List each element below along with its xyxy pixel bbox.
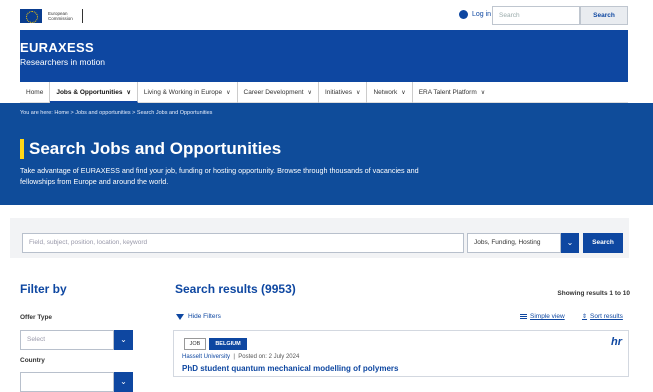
country-tag: BELGIUM: [209, 338, 247, 350]
chevron-down-icon: ∨: [480, 89, 486, 96]
nav-item-career-development[interactable]: Career Development ∨: [238, 81, 319, 103]
site-search-button[interactable]: Search: [580, 6, 628, 25]
chevron-down-icon: ∨: [307, 89, 312, 96]
eu-flag-icon: [20, 9, 42, 23]
list-icon: [520, 314, 527, 319]
site-banner: EURAXESS Researchers in motion: [20, 30, 628, 82]
sort-icon: ⇕: [582, 314, 588, 320]
nav-item-label: Career Development: [243, 88, 304, 96]
breadcrumb[interactable]: You are here: Home > Jobs and opportunit…: [20, 110, 212, 116]
chevron-down-icon[interactable]: ⌄: [114, 330, 133, 350]
sort-results-label: Sort results: [590, 313, 623, 320]
brand-tagline: Researchers in motion: [20, 57, 106, 67]
offer-type-tag: JOB: [184, 338, 206, 350]
page-title: Search Jobs and Opportunities: [29, 139, 282, 158]
filter-title: Filter by: [20, 282, 67, 296]
offer-type-select[interactable]: Jobs, Funding, Hosting: [467, 233, 561, 253]
simple-view-label: Simple view: [530, 313, 565, 320]
chevron-down-icon: ∨: [356, 89, 361, 96]
simple-view-link[interactable]: Simple view: [520, 313, 565, 320]
login-label: Log in: [472, 11, 492, 18]
result-card[interactable]: JOB BELGIUM hr Hasselt University | Post…: [173, 330, 629, 377]
hide-filters-label: Hide Filters: [188, 313, 221, 320]
offer-type-filter[interactable]: Select: [20, 330, 114, 350]
brand-name[interactable]: EURAXESS: [20, 40, 94, 55]
nav-item-label: Jobs & Opportunities: [56, 88, 123, 96]
hr-excellence-logo: hr: [611, 336, 622, 348]
nav-item-initiatives[interactable]: Initiatives ∨: [319, 81, 368, 103]
nav-item-era-talent-platform[interactable]: ERA Talent Platform ∨: [413, 82, 491, 103]
job-search-button[interactable]: Search: [583, 233, 623, 253]
chevron-down-icon: ∨: [226, 89, 231, 96]
nav-item-label: Network: [373, 88, 398, 96]
nav-item-network[interactable]: Network ∨: [367, 81, 413, 103]
eu-commission-logo[interactable]: European Commission: [20, 9, 83, 23]
page-description: Take advantage of EURAXESS and find your…: [20, 166, 419, 186]
hero-section: You are here: Home > Jobs and opportunit…: [0, 103, 653, 205]
chevron-down-icon[interactable]: ⌄: [114, 372, 133, 392]
main-nav: Home Jobs & Opportunities ∨ Living & Workin…: [20, 81, 628, 103]
title-accent: [20, 139, 24, 159]
hide-filters-button[interactable]: Hide Filters: [176, 313, 221, 320]
nav-item-label: Home: [26, 88, 44, 96]
user-icon: [459, 10, 468, 19]
result-meta: Hasselt University | Posted on: 2 July 2…: [182, 354, 299, 360]
offer-type-label: Offer Type: [20, 314, 53, 321]
nav-item-living-working-in-europe[interactable]: Living & Working in Europe ∨: [138, 81, 238, 103]
nav-item-label: Living & Working in Europe: [143, 88, 223, 96]
site-search-input[interactable]: Search: [492, 6, 580, 25]
chevron-down-icon: ∨: [126, 89, 131, 96]
results-count: Showing results 1 to 10: [557, 290, 630, 297]
logo-divider: [82, 9, 83, 23]
job-search-panel: Field, subject, position, location, keyw…: [10, 218, 629, 258]
results-title: Search results (9953): [175, 282, 296, 296]
chevron-down-icon[interactable]: ⌄: [561, 233, 579, 253]
nav-item-jobs-opportunities[interactable]: Jobs & Opportunities ∨: [50, 81, 138, 103]
country-label: Country: [20, 357, 45, 364]
chevron-down-icon: ∨: [401, 89, 406, 96]
nav-item-label: Initiatives: [324, 88, 353, 96]
job-title-link[interactable]: PhD student quantum mechanical modelling…: [182, 364, 398, 373]
top-bar: European Commission Log in Search Search: [0, 0, 653, 30]
nav-item-home[interactable]: Home: [20, 81, 51, 103]
country-filter[interactable]: [20, 372, 114, 392]
keyword-search-input[interactable]: Field, subject, position, location, keyw…: [22, 233, 464, 253]
filter-icon: [176, 313, 184, 320]
sort-results-link[interactable]: ⇕ Sort results: [582, 313, 623, 320]
nav-item-label: ERA Talent Platform: [418, 88, 477, 96]
eu-logo-text: European Commission: [48, 11, 73, 21]
organisation-link[interactable]: Hasselt University: [182, 354, 230, 360]
login-link[interactable]: Log in: [459, 10, 491, 19]
posted-date: Posted on: 2 July 2024: [238, 354, 300, 360]
